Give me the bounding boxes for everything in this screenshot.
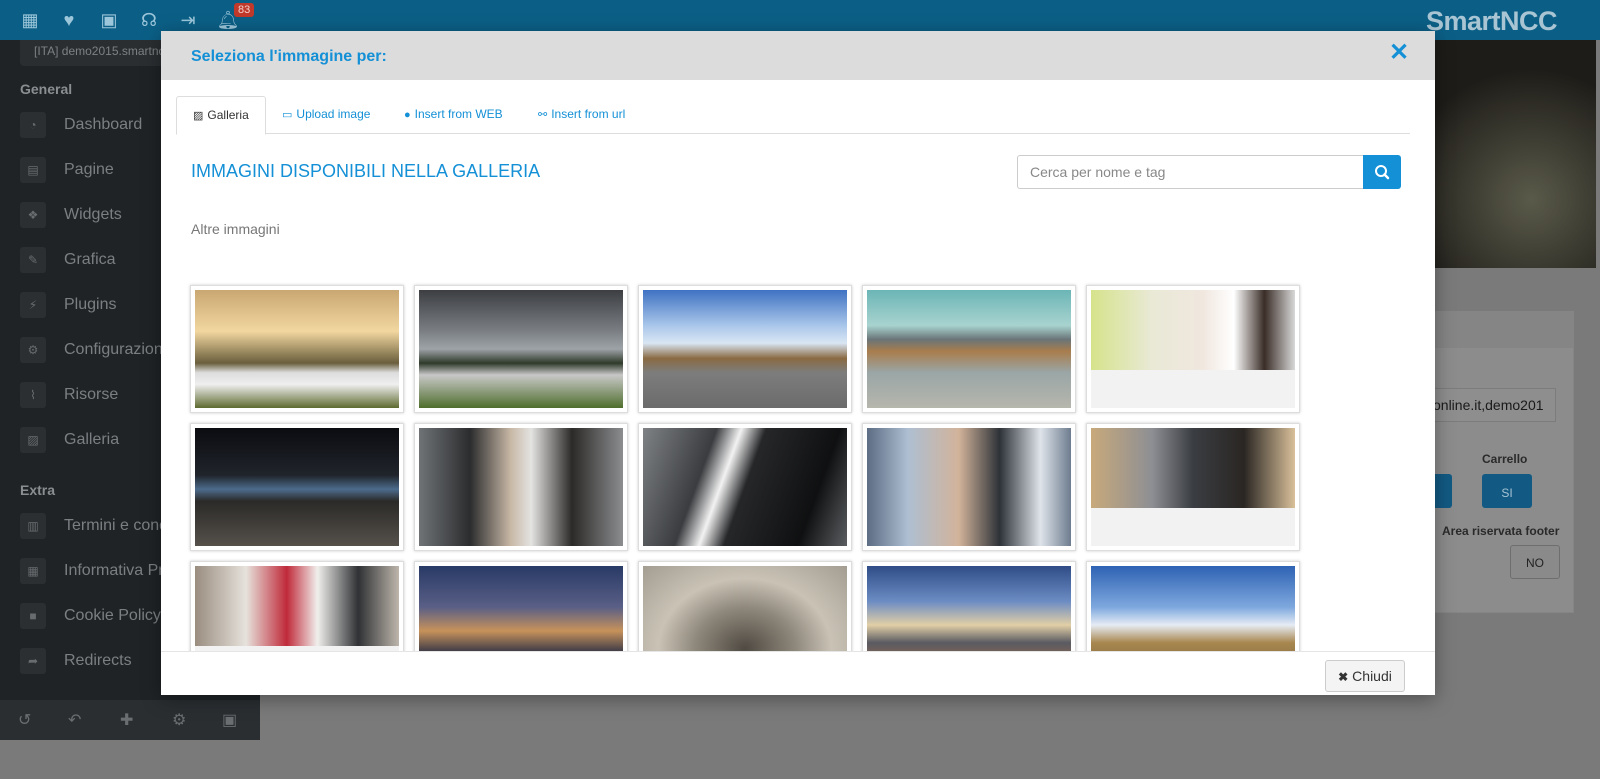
headset-icon[interactable]: ☊ — [137, 8, 161, 32]
meeting-women-image[interactable] — [1086, 285, 1300, 413]
gears-icon: ⚙ — [20, 336, 46, 363]
smiling-driver-image[interactable] — [862, 423, 1076, 551]
night-station-image[interactable] — [190, 423, 404, 551]
add-icon[interactable]: ✚ — [120, 710, 133, 730]
city-skyline-image[interactable] — [862, 561, 1076, 651]
device-icon[interactable]: ▣ — [97, 8, 121, 32]
rome-night-image[interactable] — [414, 561, 628, 651]
gallery-subtitle: Altre immagini — [191, 221, 280, 237]
share-icon: ➦ — [20, 647, 46, 674]
undo-icon[interactable]: ↶ — [68, 710, 81, 730]
footer-area-label: Area riservata footer — [1442, 524, 1560, 538]
businessman-in-car-image[interactable] — [1086, 423, 1300, 551]
link-icon: ⚯ — [538, 109, 548, 121]
widgets-icon: ❖ — [20, 201, 46, 228]
sidebar-section-general: General — [20, 81, 73, 97]
desert-road-image[interactable] — [862, 285, 1076, 413]
close-button[interactable]: ✖ Chiudi — [1325, 660, 1405, 692]
paperclip-icon: ⌇ — [20, 381, 46, 408]
search-button[interactable] — [1363, 155, 1401, 189]
save-icon[interactable]: ▣ — [222, 710, 237, 730]
historic-town-image[interactable] — [1086, 561, 1300, 651]
page-icon: ▤ — [20, 156, 46, 183]
tab-insert-from-url[interactable]: ⚯ Insert from url — [522, 96, 641, 134]
plug-icon: ⚡︎ — [20, 291, 46, 318]
tab-insert-from-web[interactable]: ● Insert from WEB — [388, 96, 519, 134]
cart-toggle[interactable]: SI — [1482, 474, 1532, 508]
image-grid — [161, 246, 1435, 651]
modal-tabs: ▨ Galleria ▭ Upload image ● Insert from WEB… — [176, 96, 1410, 135]
domains-field[interactable]: online.it,demo201 — [1426, 388, 1556, 422]
cart-label: Carrello — [1482, 452, 1528, 466]
picture-icon: ▨ — [20, 426, 46, 453]
gallery-heading: IMMAGINI DISPONIBILI NELLA GALLERIA — [191, 161, 541, 181]
footer-area-toggle[interactable]: NO — [1510, 545, 1560, 579]
history-icon[interactable]: ↺ — [18, 710, 31, 730]
chauffeur-door-image[interactable] — [638, 423, 852, 551]
globe-icon: ● — [404, 109, 411, 121]
close-icon[interactable]: ✕ — [1387, 41, 1411, 65]
monitor-icon: ▭ — [282, 109, 293, 121]
search-icon — [1375, 165, 1390, 180]
arch-monument-image[interactable] — [638, 561, 852, 651]
book-icon: ▥ — [20, 512, 46, 539]
modal-footer: ✖ Chiudi — [161, 651, 1435, 695]
tab-galleria[interactable]: ▨ Galleria — [176, 96, 266, 135]
image-icon: ▨ — [193, 110, 204, 122]
business-team-in-car-image[interactable] — [190, 561, 404, 651]
couple-in-car-image[interactable] — [414, 423, 628, 551]
background-photo — [1434, 40, 1596, 268]
apps-grid-icon[interactable]: ▦ — [18, 8, 42, 32]
times-icon: ✖ — [1338, 670, 1349, 684]
notification-badge: 83 — [234, 3, 255, 17]
image-select-modal: Seleziona l'immagine per: ✕ ▨ Galleria ▭ U… — [161, 31, 1435, 695]
wedding-limousine-image[interactable] — [190, 285, 404, 413]
brush-icon: ✎ — [20, 246, 46, 273]
folder-icon: ■ — [20, 602, 46, 629]
dashboard-icon: ◔ — [20, 111, 46, 138]
sidebar-section-extra: Extra — [20, 482, 56, 498]
sidebar-toolbar: ↺ ↶ ✚ ⚙ ▣ — [0, 700, 260, 740]
logout-icon[interactable]: ⇥ — [176, 8, 200, 32]
tab-upload-image[interactable]: ▭ Upload image — [266, 96, 386, 134]
heart-icon[interactable]: ♥ — [57, 8, 81, 32]
settings-icon[interactable]: ⚙ — [172, 710, 186, 730]
gallery-search-input[interactable] — [1017, 155, 1363, 189]
modal-title: Seleziona l'immagine per: — [191, 48, 387, 65]
cars-under-storm-image[interactable] — [414, 285, 628, 413]
brand-logo: SmartNCC — [1426, 6, 1558, 36]
modal-header: Seleziona l'immagine per: ✕ — [161, 31, 1435, 80]
bus-on-road-image[interactable] — [638, 285, 852, 413]
calendar-icon: ▦ — [20, 557, 46, 584]
